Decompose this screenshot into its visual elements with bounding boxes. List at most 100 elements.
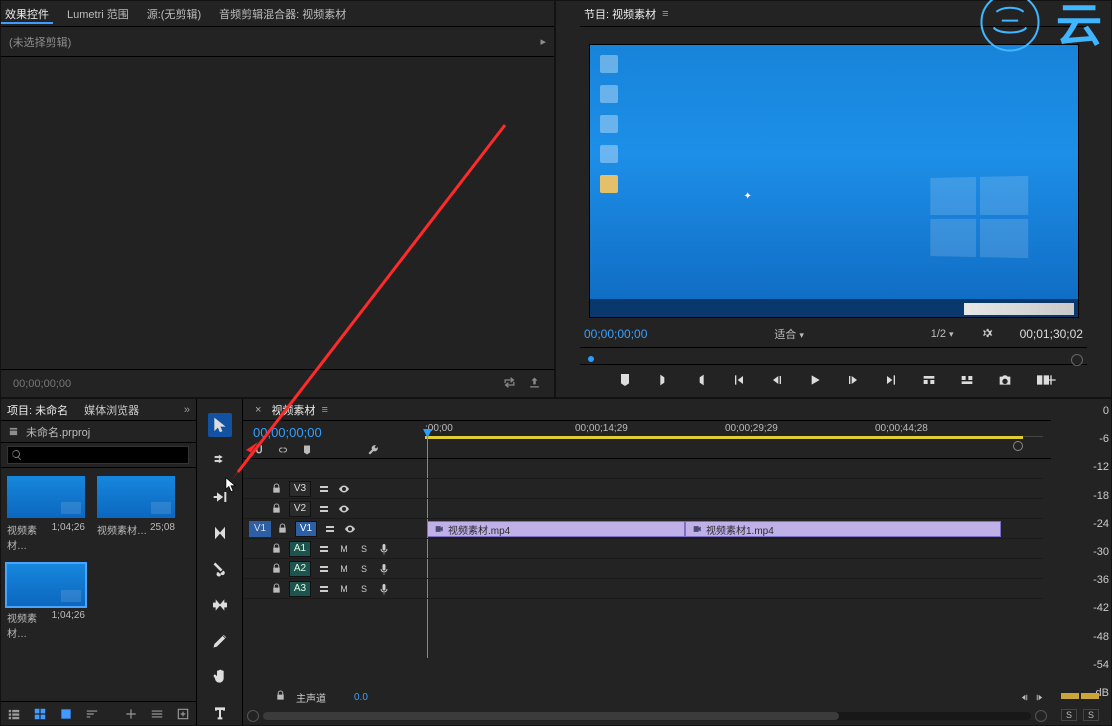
tool-selection[interactable] <box>208 413 232 437</box>
mic-icon[interactable] <box>377 582 391 596</box>
track-target-A1[interactable]: A1 <box>289 541 311 557</box>
lock-icon[interactable] <box>277 523 289 535</box>
panel-menu-icon[interactable]: ≡ <box>662 8 668 20</box>
timeline-ruler[interactable]: ;00;0000;00;14;2900;00;29;2900;00;44;28 <box>425 421 1051 458</box>
master-volume-value[interactable]: 0.0 <box>354 692 368 703</box>
close-sequence-icon[interactable]: × <box>255 404 261 416</box>
tab-program[interactable]: 节目: 视频素材 <box>584 6 656 22</box>
lock-icon[interactable] <box>271 563 283 575</box>
eye-icon[interactable] <box>337 482 351 496</box>
in-point-icon[interactable] <box>655 372 671 391</box>
sync-lock-icon[interactable] <box>317 562 331 576</box>
icon-view-icon[interactable] <box>33 707 47 721</box>
find-icon[interactable] <box>150 707 164 721</box>
tool-razor[interactable] <box>208 557 232 581</box>
track-target-A2[interactable]: A2 <box>289 561 311 577</box>
track-target-V3[interactable]: V3 <box>289 481 311 497</box>
export-frame-icon[interactable] <box>527 375 542 393</box>
tab-media-browser[interactable]: 媒体浏览器 <box>84 402 139 418</box>
panel-menu-icon[interactable]: ≡ <box>321 404 327 416</box>
snap-icon[interactable] <box>253 444 265 459</box>
goto-in-icon[interactable] <box>731 372 747 391</box>
project-bin-item[interactable]: 视频素材…25;08 <box>97 476 175 552</box>
timeline-clip[interactable]: 视频素材.mp4 <box>427 521 685 537</box>
sync-lock-icon[interactable] <box>317 582 331 596</box>
tab-source[interactable]: 源:(无剪辑) <box>147 6 201 22</box>
tool-ripple[interactable] <box>208 485 232 509</box>
program-monitor-canvas[interactable]: ✦ <box>589 44 1079 318</box>
m-button[interactable]: M <box>337 582 351 596</box>
eye-icon[interactable] <box>337 502 351 516</box>
audio-track-lane[interactable] <box>425 559 1043 579</box>
lift-icon[interactable] <box>921 372 937 391</box>
marker-icon[interactable] <box>617 372 633 391</box>
tab-effect-controls[interactable]: 效果控件 <box>5 6 49 22</box>
m-button[interactable]: M <box>337 562 351 576</box>
timeline-current-timecode[interactable]: 00;00;00;00 <box>253 425 415 440</box>
track-target-V2[interactable]: V2 <box>289 501 311 517</box>
automate-icon[interactable] <box>124 707 138 721</box>
list-view-icon[interactable] <box>7 707 21 721</box>
goto-out-icon[interactable] <box>883 372 899 391</box>
tool-pen[interactable] <box>208 629 232 653</box>
work-area-end-handle[interactable] <box>1013 441 1023 451</box>
video-track-lane[interactable] <box>425 479 1043 499</box>
s-button[interactable]: S <box>357 582 371 596</box>
tool-track-select[interactable] <box>208 449 232 473</box>
sync-lock-icon[interactable] <box>323 522 337 536</box>
lock-icon[interactable] <box>275 690 286 704</box>
program-current-timecode[interactable]: 00;00;00;00 <box>584 327 647 341</box>
zoom-in-handle[interactable] <box>1035 710 1047 722</box>
lock-icon[interactable] <box>271 483 283 495</box>
video-track-lane[interactable] <box>425 499 1043 519</box>
source-patch-v1[interactable]: V1 <box>249 521 271 537</box>
sort-icon[interactable] <box>85 707 99 721</box>
new-item-icon[interactable] <box>176 707 190 721</box>
solo-left-button[interactable]: S <box>1061 709 1077 721</box>
mic-icon[interactable] <box>377 542 391 556</box>
sync-lock-icon[interactable] <box>317 502 331 516</box>
track-target-A3[interactable]: A3 <box>289 581 311 597</box>
wrench-icon[interactable] <box>367 444 379 459</box>
timeline-clip[interactable]: 视频素材1.mp4 <box>685 521 1001 537</box>
mic-icon[interactable] <box>377 562 391 576</box>
tool-type[interactable] <box>208 701 232 725</box>
settings-icon[interactable] <box>980 326 994 343</box>
sync-lock-icon[interactable] <box>317 482 331 496</box>
audio-track-lane[interactable] <box>425 539 1043 559</box>
project-search-input[interactable] <box>7 446 189 464</box>
sequence-tab[interactable]: 视频素材 <box>271 402 315 418</box>
video-track-lane[interactable]: 视频素材.mp4视频素材1.mp4 <box>425 519 1043 539</box>
button-editor-icon[interactable] <box>1043 372 1059 391</box>
sync-lock-icon[interactable] <box>317 542 331 556</box>
step-back-icon[interactable] <box>769 372 785 391</box>
m-button[interactable]: M <box>337 542 351 556</box>
go-next-edit-icon[interactable] <box>1034 692 1045 703</box>
tab-lumetri[interactable]: Lumetri 范围 <box>67 6 129 22</box>
lock-icon[interactable] <box>271 503 283 515</box>
tool-rate-stretch[interactable] <box>208 521 232 545</box>
tool-slip[interactable] <box>208 593 232 617</box>
project-bin-item[interactable]: 视频素材…1;04;26 <box>7 564 85 640</box>
linked-selection-icon[interactable] <box>277 444 289 459</box>
chevron-right-icon[interactable]: ▸ <box>540 35 546 48</box>
play-icon[interactable] <box>807 372 823 391</box>
tool-hand[interactable] <box>208 665 232 689</box>
solo-right-button[interactable]: S <box>1083 709 1099 721</box>
go-prev-edit-icon[interactable] <box>1019 692 1030 703</box>
tab-audio-clip-mixer[interactable]: 音频剪辑混合器: 视频素材 <box>219 6 346 22</box>
audio-track-lane[interactable] <box>425 579 1043 599</box>
eye-icon[interactable] <box>343 522 357 536</box>
overflow-icon[interactable]: » <box>184 404 190 416</box>
loop-icon[interactable] <box>502 375 517 393</box>
zoom-fit-dropdown[interactable]: 适合 <box>774 326 804 342</box>
track-target-V1[interactable]: V1 <box>295 521 317 537</box>
zoom-out-handle[interactable] <box>247 710 259 722</box>
out-point-icon[interactable] <box>693 372 709 391</box>
timeline-horizontal-scrollbar[interactable] <box>263 712 1031 720</box>
lock-icon[interactable] <box>271 543 283 555</box>
project-bin-item[interactable]: 视频素材…1;04;26 <box>7 476 85 552</box>
camera-icon[interactable] <box>997 372 1013 391</box>
extract-icon[interactable] <box>959 372 975 391</box>
lock-icon[interactable] <box>271 583 283 595</box>
